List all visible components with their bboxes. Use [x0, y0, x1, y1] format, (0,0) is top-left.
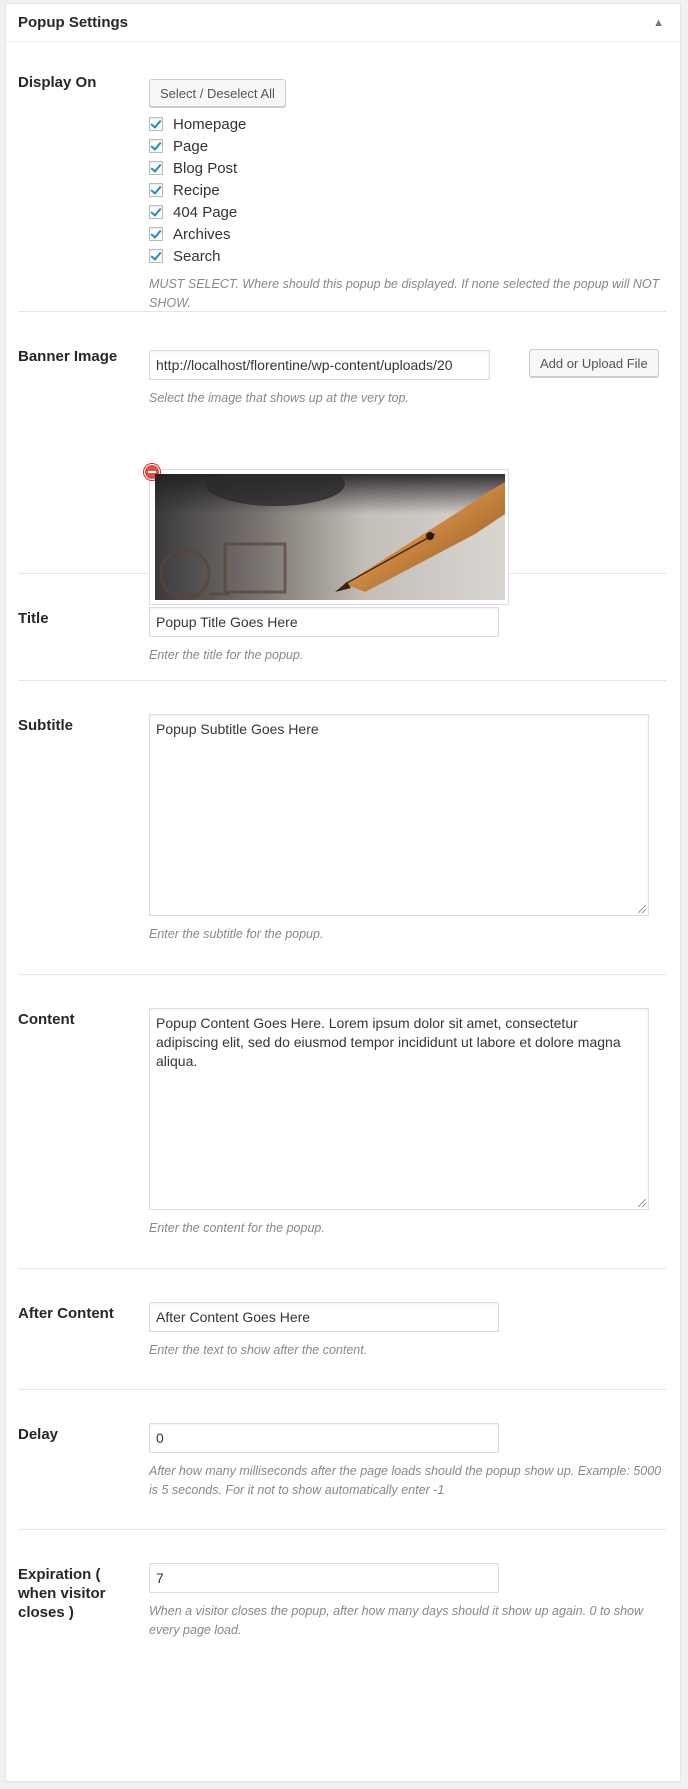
title-row: Title Popup Title Goes Here Enter the ti… [18, 573, 666, 681]
after-content-field: After Content Goes Here Enter the text t… [149, 1302, 499, 1360]
subtitle-text: Popup Subtitle Goes Here [156, 721, 319, 737]
checkbox-label: Recipe [173, 181, 220, 199]
checkbox-page[interactable]: Page [149, 135, 669, 157]
checkbox-label: Page [173, 137, 209, 155]
checkbox-homepage[interactable]: Homepage [149, 113, 669, 135]
checkbox-label: Search [173, 247, 221, 265]
checkbox-404-page[interactable]: 404 Page [149, 201, 669, 223]
title-input[interactable]: Popup Title Goes Here [149, 607, 499, 637]
checkbox-label: Blog Post [173, 159, 238, 177]
banner-image-url-input[interactable]: http://localhost/florentine/wp-content/u… [149, 350, 490, 380]
banner-image-description: Select the image that shows up at the ve… [149, 391, 409, 405]
content-row: Content Popup Content Goes Here. Lorem i… [18, 974, 666, 1269]
after-content-input[interactable]: After Content Goes Here [149, 1302, 499, 1332]
checkbox-archives[interactable]: Archives [149, 223, 669, 245]
delay-field: 0 After how many milliseconds after the … [149, 1423, 669, 1500]
display-on-description: MUST SELECT. Where should this popup be … [149, 277, 660, 310]
checkbox-label: Archives [173, 225, 231, 243]
add-upload-file-button[interactable]: Add or Upload File [529, 349, 659, 377]
expiration-input[interactable]: 7 [149, 1563, 499, 1593]
display-on-row: Display On Select / Deselect All Homepag… [18, 42, 666, 312]
collapse-arrow-icon[interactable]: ▲ [649, 13, 668, 33]
content-label: Content [18, 1011, 75, 1028]
expiration-row: Expiration ( when visitor closes ) 7 Whe… [18, 1529, 666, 1669]
checkbox-label: Homepage [173, 115, 247, 133]
content-text: Popup Content Goes Here. Lorem ipsum dol… [156, 1015, 621, 1069]
subtitle-textarea[interactable]: Popup Subtitle Goes Here [149, 714, 649, 916]
resize-handle-icon[interactable] [638, 1199, 646, 1207]
delay-input[interactable]: 0 [149, 1423, 499, 1453]
subtitle-label: Subtitle [18, 717, 73, 734]
display-on-field: Select / Deselect All Homepage Page Blog… [149, 79, 669, 313]
checkbox-checked-icon[interactable] [149, 161, 163, 175]
delay-row: Delay 0 After how many milliseconds afte… [18, 1389, 666, 1530]
title-description: Enter the title for the popup. [149, 648, 304, 662]
delay-description: After how many milliseconds after the pa… [149, 1464, 662, 1497]
after-content-description: Enter the text to show after the content… [149, 1343, 368, 1357]
content-field: Popup Content Goes Here. Lorem ipsum dol… [149, 1008, 649, 1238]
resize-handle-icon[interactable] [638, 905, 646, 913]
banner-image-row: Banner Image http://localhost/florentine… [18, 311, 666, 605]
title-field: Popup Title Goes Here Enter the title fo… [149, 607, 499, 665]
after-content-label: After Content [18, 1305, 114, 1322]
checkbox-checked-icon[interactable] [149, 183, 163, 197]
metabox-title: Popup Settings [18, 14, 128, 31]
banner-image-field: http://localhost/florentine/wp-content/u… [149, 350, 490, 408]
checkbox-search[interactable]: Search [149, 245, 669, 267]
banner-image-label: Banner Image [18, 348, 118, 365]
content-description: Enter the content for the popup. [149, 1221, 325, 1235]
checkbox-checked-icon[interactable] [149, 205, 163, 219]
checkbox-checked-icon[interactable] [149, 249, 163, 263]
subtitle-description: Enter the subtitle for the popup. [149, 927, 324, 941]
title-label: Title [18, 610, 49, 627]
subtitle-row: Subtitle Popup Subtitle Goes Here Enter … [18, 680, 666, 975]
select-deselect-all-button[interactable]: Select / Deselect All [149, 79, 286, 107]
after-content-row: After Content After Content Goes Here En… [18, 1268, 666, 1390]
popup-settings-metabox: Popup Settings ▲ Display On Select / Des… [5, 3, 681, 1782]
content-textarea[interactable]: Popup Content Goes Here. Lorem ipsum dol… [149, 1008, 649, 1210]
checkbox-recipe[interactable]: Recipe [149, 179, 669, 201]
display-on-checkbox-list: Homepage Page Blog Post Recipe 404 Page … [149, 113, 669, 267]
checkbox-checked-icon[interactable] [149, 139, 163, 153]
metabox-header[interactable]: Popup Settings ▲ [6, 4, 680, 42]
checkbox-blog-post[interactable]: Blog Post [149, 157, 669, 179]
expiration-label: Expiration ( when visitor closes ) [18, 1566, 106, 1621]
checkbox-checked-icon[interactable] [149, 117, 163, 131]
expiration-field: 7 When a visitor closes the popup, after… [149, 1563, 669, 1640]
display-on-label: Display On [18, 74, 97, 91]
expiration-description: When a visitor closes the popup, after h… [149, 1604, 644, 1637]
subtitle-field: Popup Subtitle Goes Here Enter the subti… [149, 714, 649, 944]
delay-label: Delay [18, 1426, 59, 1443]
checkbox-checked-icon[interactable] [149, 227, 163, 241]
checkbox-label: 404 Page [173, 203, 238, 221]
